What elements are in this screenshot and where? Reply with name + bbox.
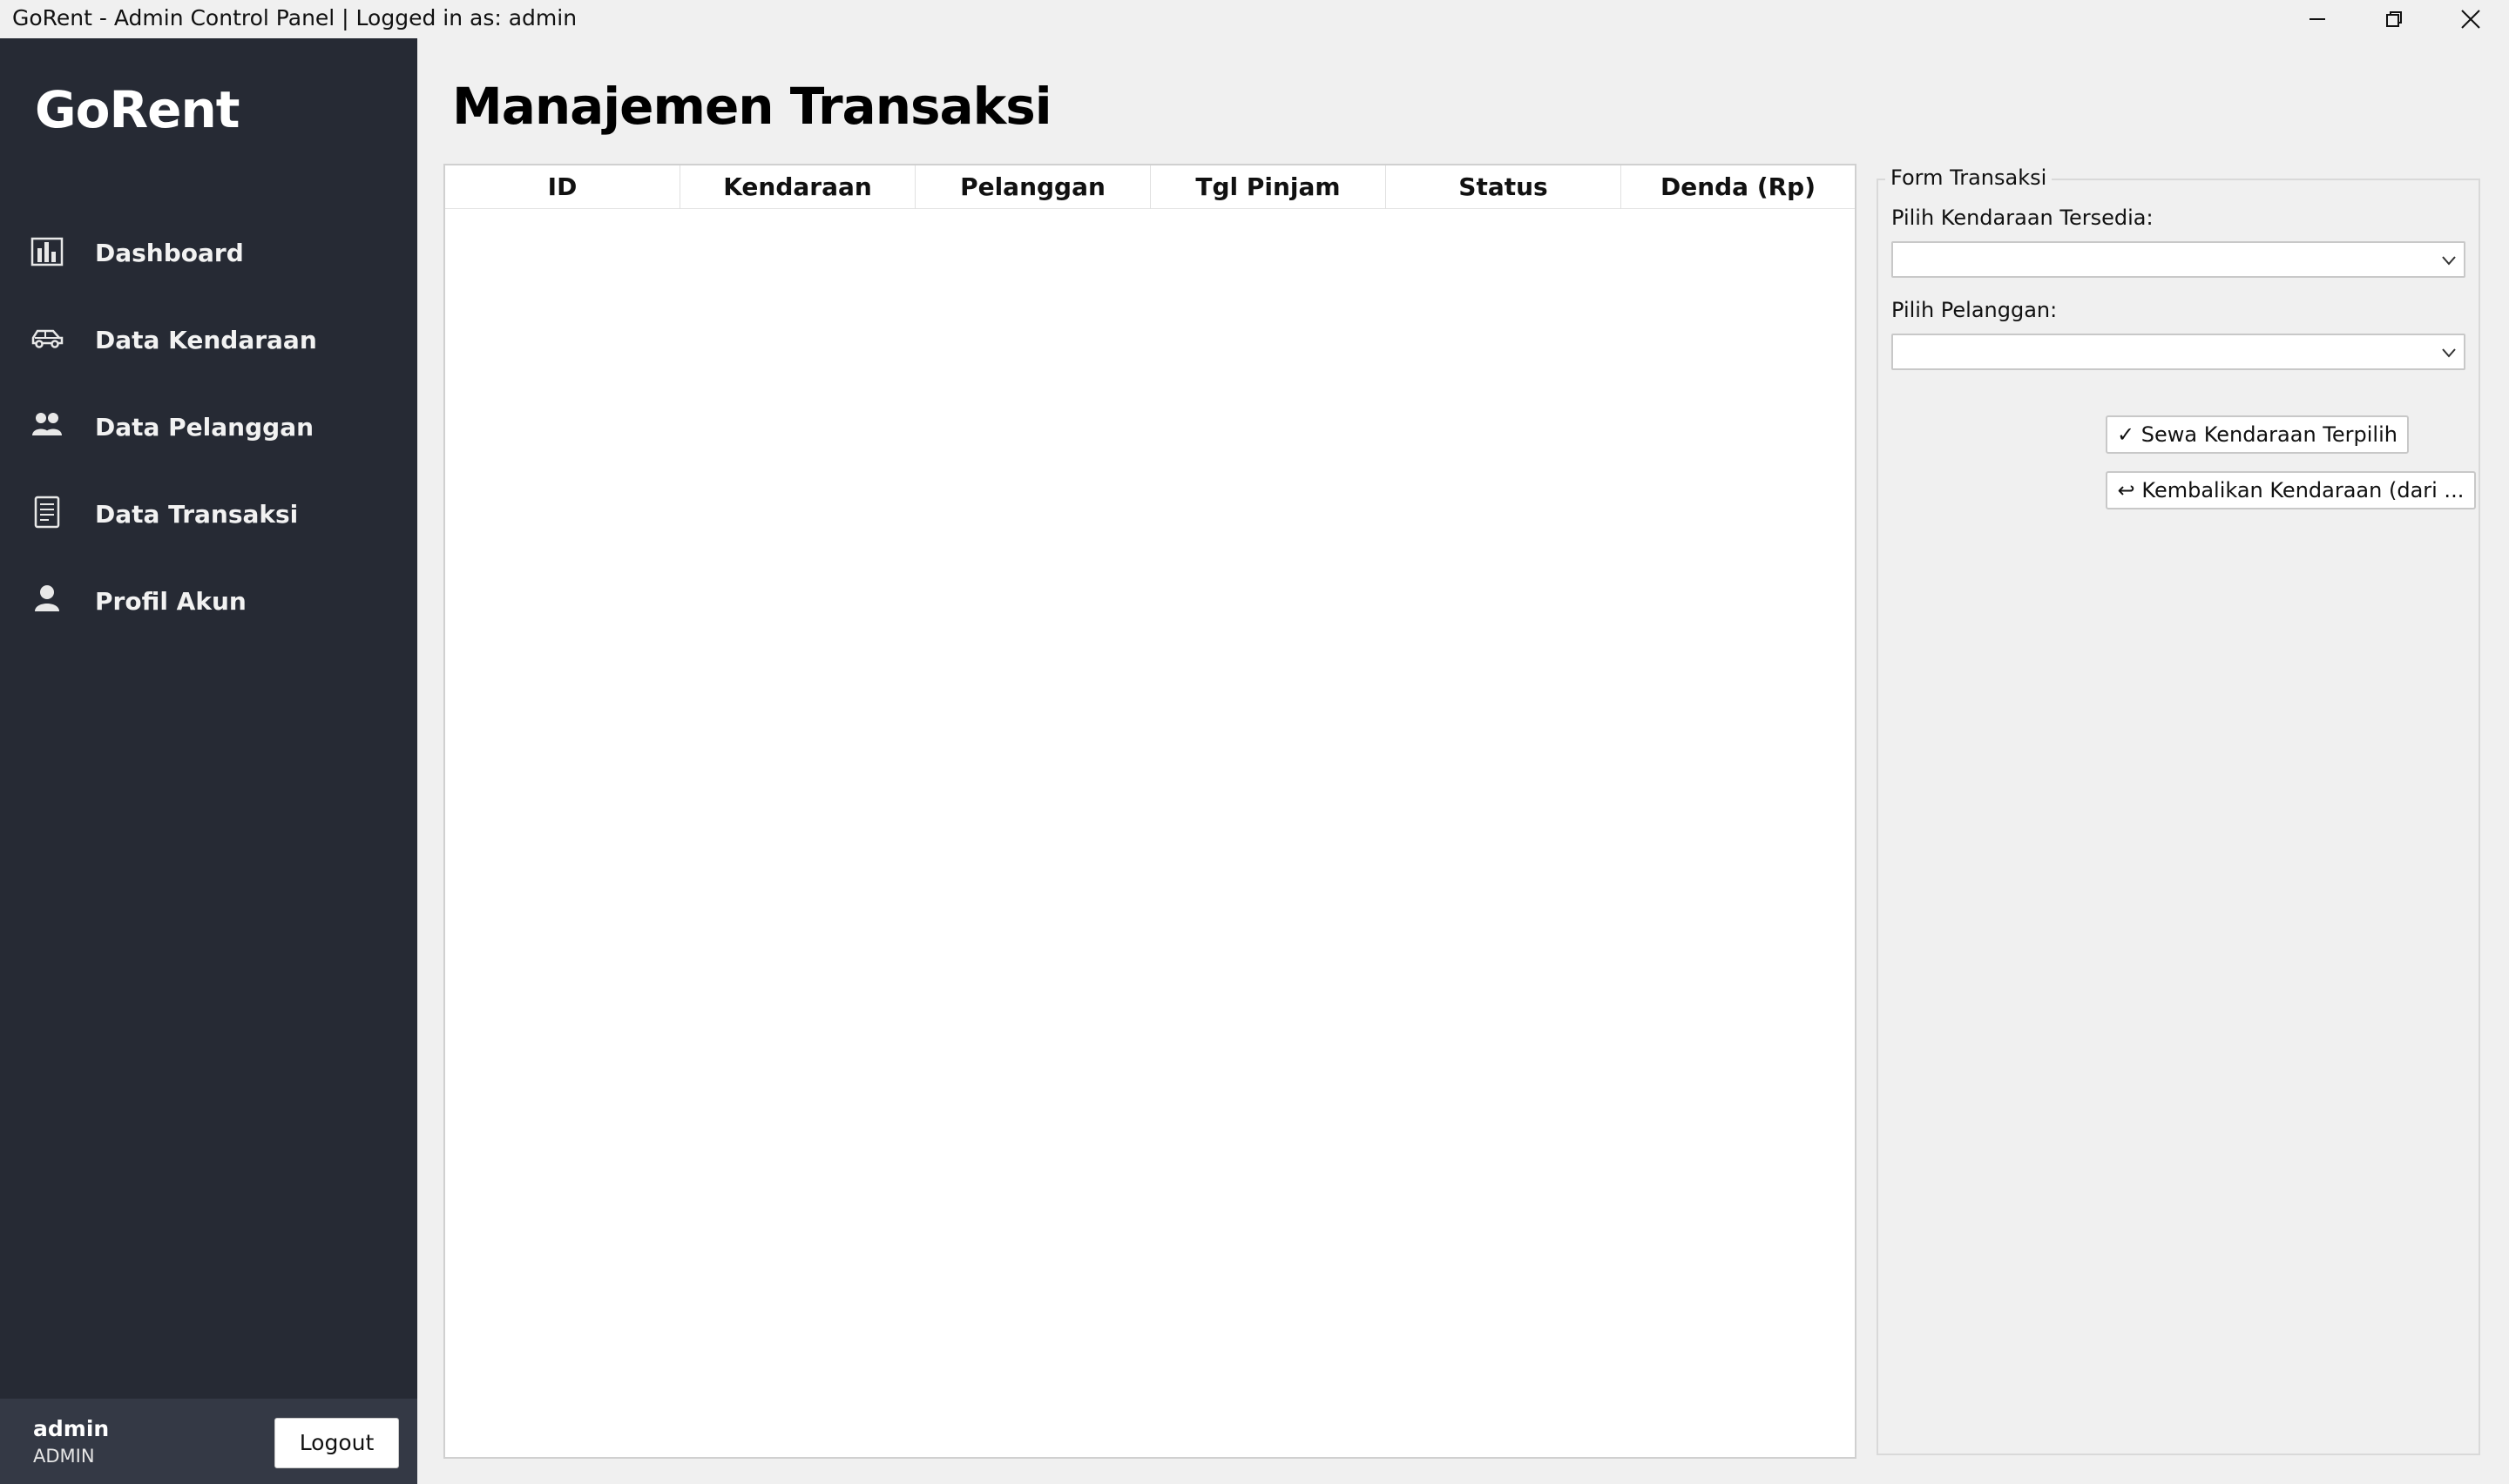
chevron-down-icon — [2442, 256, 2456, 266]
sidebar-item-label: Data Kendaraan — [95, 326, 317, 354]
close-icon — [2461, 10, 2480, 29]
logout-button[interactable]: Logout — [274, 1418, 399, 1468]
column-header-tgl-pinjam[interactable]: Tgl Pinjam — [1151, 165, 1386, 209]
window-titlebar: GoRent - Admin Control Panel | Logged in… — [0, 0, 2509, 38]
vehicle-select-label: Pilih Kendaraan Tersedia: — [1891, 206, 2154, 230]
window-title: GoRent - Admin Control Panel | Logged in… — [12, 5, 578, 30]
user-panel: admin ADMIN Logout — [0, 1399, 417, 1484]
column-header-kendaraan[interactable]: Kendaraan — [680, 165, 916, 209]
table-header: ID Kendaraan Pelanggan Tgl Pinjam Status… — [445, 165, 1855, 209]
return-vehicle-button[interactable]: ↩ Kembalikan Kendaraan (dari ... — [2106, 471, 2476, 509]
bar-chart-icon — [28, 232, 66, 270]
sidebar: GoRent Dashboard Data Kendaraan Data Pel… — [0, 38, 417, 1484]
sidebar-item-data-pelanggan[interactable]: Data Pelanggan — [0, 388, 417, 467]
receipt-icon — [28, 493, 66, 531]
car-icon — [28, 319, 66, 357]
column-header-pelanggan[interactable]: Pelanggan — [916, 165, 1151, 209]
user-name: admin — [33, 1416, 110, 1441]
sidebar-item-label: Dashboard — [95, 239, 244, 267]
restore-icon — [2386, 11, 2402, 27]
transactions-table[interactable]: ID Kendaraan Pelanggan Tgl Pinjam Status… — [443, 164, 1856, 1459]
customer-select-label: Pilih Pelanggan: — [1891, 298, 2058, 322]
close-button[interactable] — [2432, 0, 2509, 38]
customer-select[interactable] — [1891, 334, 2465, 370]
sidebar-item-data-transaksi[interactable]: Data Transaksi — [0, 476, 417, 554]
sidebar-item-label: Profil Akun — [95, 587, 247, 616]
sidebar-item-label: Data Transaksi — [95, 500, 299, 529]
user-role: ADMIN — [33, 1446, 95, 1467]
sidebar-item-data-kendaraan[interactable]: Data Kendaraan — [0, 301, 417, 380]
chevron-down-icon — [2442, 348, 2456, 358]
page-title: Manajemen Transaksi — [452, 77, 1052, 136]
minimize-button[interactable] — [2279, 0, 2356, 38]
sidebar-item-dashboard[interactable]: Dashboard — [0, 214, 417, 293]
column-header-status[interactable]: Status — [1386, 165, 1621, 209]
minimize-icon — [2309, 18, 2325, 20]
users-icon — [28, 406, 66, 444]
form-legend: Form Transaksi — [1885, 165, 2053, 190]
restore-button[interactable] — [2356, 0, 2432, 38]
user-icon — [28, 580, 66, 618]
sidebar-item-profil-akun[interactable]: Profil Akun — [0, 563, 417, 641]
column-header-id[interactable]: ID — [445, 165, 680, 209]
column-header-denda[interactable]: Denda (Rp) — [1621, 165, 1855, 209]
table-body[interactable] — [445, 209, 1855, 1457]
sidebar-item-label: Data Pelanggan — [95, 413, 314, 442]
brand-logo: GoRent — [35, 80, 240, 139]
rent-vehicle-button[interactable]: ✓ Sewa Kendaraan Terpilih — [2106, 415, 2409, 454]
vehicle-select[interactable] — [1891, 241, 2465, 278]
